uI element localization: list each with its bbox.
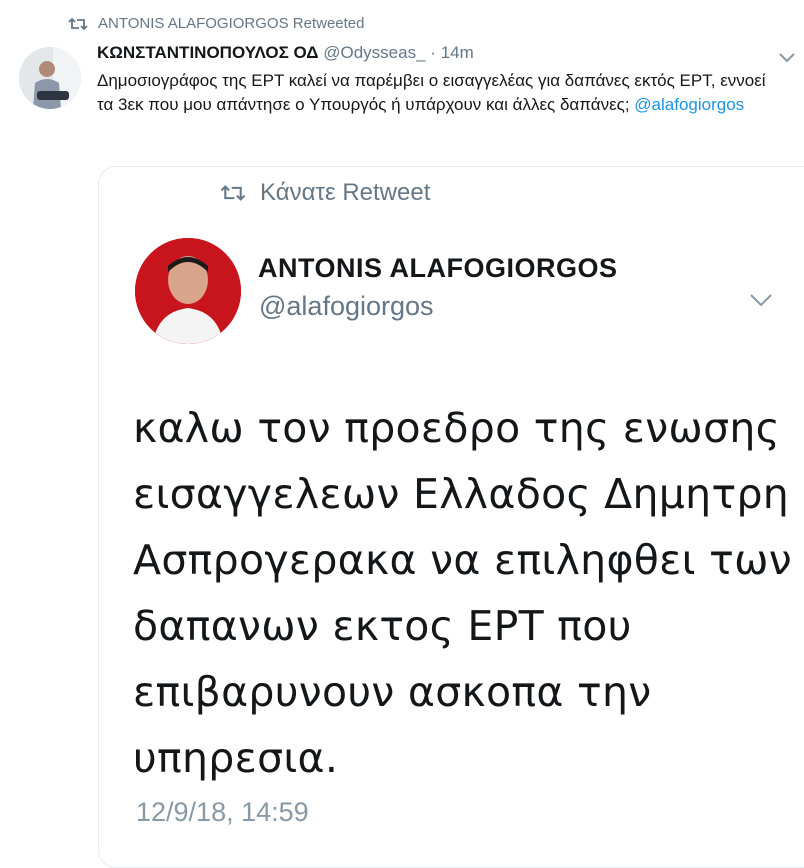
embedded-body-line: υπηρεσια. <box>133 734 339 782</box>
embedded-retweet-label: Κάνατε Retweet <box>260 179 431 206</box>
embedded-body-line: επιβαρυνουν ασκοπα την <box>133 668 652 716</box>
embedded-tweet-body: καλω τον προεδρο της ενωσης εισαγγελεων … <box>133 395 793 791</box>
author-avatar[interactable] <box>19 47 81 109</box>
embedded-image-card[interactable]: Κάνατε Retweet ANTONIS ALAFOGIORGOS @ala… <box>98 166 804 868</box>
embedded-date: 12/9/18, 14:59 <box>136 797 309 827</box>
tweet-text: Δημοσιογράφος της ΕΡΤ καλεί να παρέμβει … <box>97 69 767 117</box>
embedded-body-line: Ασπρογερακα να επιληφθει των <box>133 536 792 584</box>
avatar-photo <box>135 238 241 344</box>
retweet-context-text[interactable]: ANTONIS ALAFOGIORGOS Retweeted <box>98 15 364 32</box>
author-name[interactable]: ΚΩΝΣΤΑΝΤΙΝΟΠΟΥΛΟΣ ΟΔ <box>97 43 319 62</box>
tweet-header: ΚΩΝΣΤΑΝΤΙΝΟΠΟΥΛΟΣ ΟΔ @Odysseas_ · 14m <box>97 43 474 63</box>
retweet-icon <box>220 185 246 201</box>
time-separator: · <box>430 43 436 62</box>
mention-link[interactable]: @alafogiorgos <box>634 95 744 114</box>
avatar-photo <box>19 47 81 109</box>
author-handle[interactable]: @Odysseas_ <box>323 43 425 62</box>
retweet-context: ANTONIS ALAFOGIORGOS Retweeted <box>68 15 364 32</box>
tweet-timestamp[interactable]: 14m <box>441 43 474 62</box>
embedded-author-avatar <box>135 238 241 344</box>
retweet-icon <box>68 17 88 30</box>
embedded-retweet-context: Κάνατε Retweet <box>220 179 430 207</box>
embedded-body-line: καλω τον προεδρο της ενωσης <box>133 404 781 452</box>
embedded-body-line: δαπανων εκτος ΕΡΤ που <box>133 602 632 650</box>
chevron-down-icon[interactable] <box>776 46 798 68</box>
embedded-author-handle: @alafogiorgos <box>259 291 434 321</box>
embedded-author-name: ANTONIS ALAFOGIORGOS <box>258 253 618 283</box>
chevron-down-icon <box>750 294 772 307</box>
embedded-body-line: εισαγγελεων Ελλαδος Δημητρη <box>133 470 790 518</box>
